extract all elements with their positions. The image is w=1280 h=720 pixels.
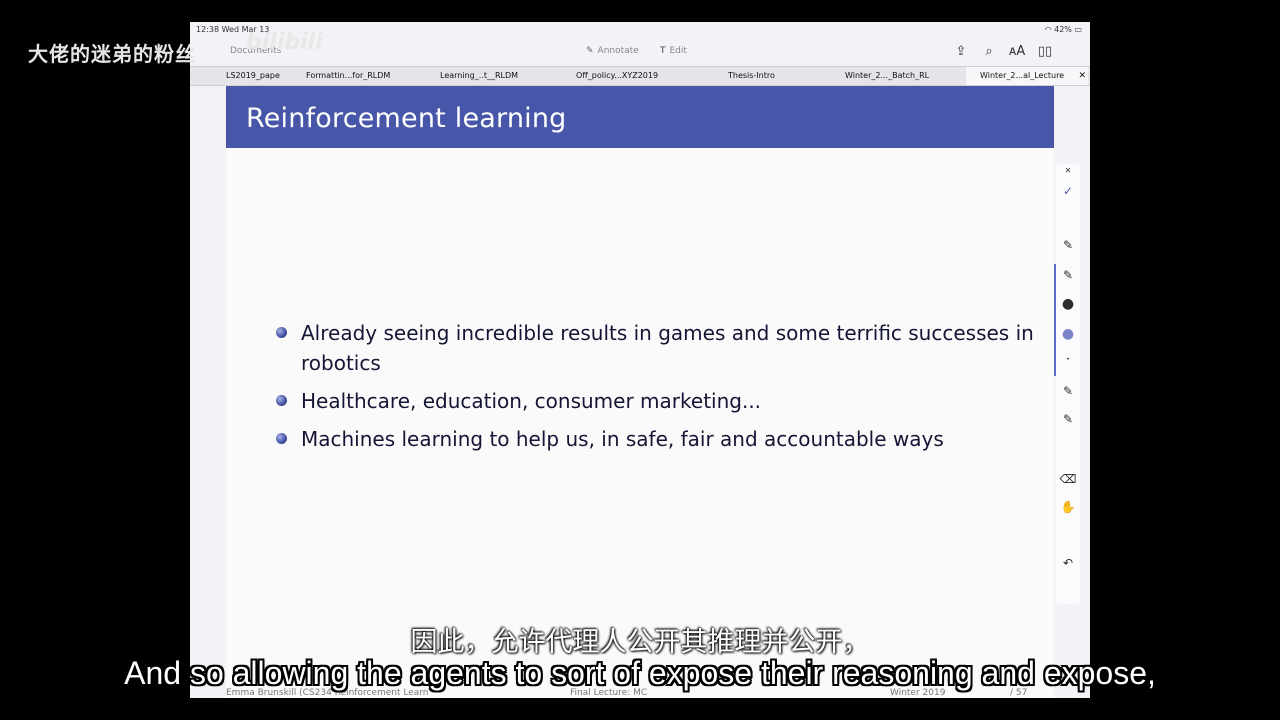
bilibili-logo: bilibili [246,30,323,55]
watermark-text: 大佬的迷弟的粉丝 [28,42,196,66]
annotate-label: Annotate [597,46,639,56]
top-toolbar: Documents ✎ Annotate T Edit ⇪ ⌕ ᴀA ▯▯ [190,38,1090,68]
tab-label: Winter_2..._Batch_RL [845,71,930,80]
tab-label: Learning_..t__RLDM [440,71,519,80]
subtitle-english: And so allowing the agents to sort of ex… [124,655,1156,691]
bullet-item: Machines learning to help us, in safe, f… [276,424,1036,454]
slide: Reinforcement learning Already seeing in… [226,86,1054,698]
bullet-item: Already seeing incredible results in gam… [276,318,1036,378]
edit-button[interactable]: T Edit [660,46,687,56]
bullet-text: Healthcare, education, consumer marketin… [301,389,762,413]
black-color-dot-icon[interactable]: ● [1056,296,1080,312]
tab-label: Winter_2...al_Lecture [980,71,1065,80]
tab-label: Thesis-Intro [728,71,775,80]
pen-icon[interactable]: ✎ [1056,412,1080,426]
status-right: ◠ 42% ▭ [1045,25,1082,34]
tab-formatting[interactable]: Formattin...for_RLDM [306,67,406,85]
undo-icon[interactable]: ↶ [1056,556,1080,570]
pencil-icon: ✎ [586,46,594,56]
edit-label: Edit [669,46,687,56]
bullet-text: Machines learning to help us, in safe, f… [301,427,944,451]
pen-icon[interactable]: ✎ [1056,384,1080,398]
status-bar: 12:38 Wed Mar 13 ◠ 42% ▭ [190,22,1090,38]
book-icon[interactable]: ▯▯ [1036,43,1054,61]
annotate-button[interactable]: ✎ Annotate [586,46,639,56]
export-icon[interactable]: ⇪ [952,43,970,61]
eraser-icon[interactable]: ⌫ [1056,472,1080,486]
battery-percent: 42% [1054,25,1072,34]
text-icon: T [660,46,666,56]
hand-icon[interactable]: ✋ [1056,500,1080,514]
close-icon[interactable]: ✕ [1078,67,1086,85]
bullet-dot-icon [276,433,287,444]
annotation-toolbar: ✕ ✓ ✎ ✎ ● ● • ✎ ✎ ⌫ ✋ ↶ [1054,164,1080,604]
tab-ls2019[interactable]: LS2019_pape [226,67,316,85]
checkmark-icon[interactable]: ✓ [1056,184,1080,198]
highlighter-icon[interactable]: ✎ [1056,268,1080,282]
tab-batch-rl[interactable]: Winter_2..._Batch_RL [845,67,945,85]
bullet-item: Healthcare, education, consumer marketin… [276,386,1036,416]
document-tabs: LS2019_pape Formattin...for_RLDM Learnin… [190,66,1090,86]
slide-title: Reinforcement learning [246,103,567,134]
wifi-icon: ◠ [1044,25,1052,34]
slide-header: Reinforcement learning [226,86,1054,148]
pen-icon[interactable]: ✎ [1056,238,1080,252]
font-size-icon[interactable]: ᴀA [1008,43,1026,61]
bullet-text: Already seeing incredible results in gam… [301,321,1034,375]
bullet-list: Already seeing incredible results in gam… [276,318,1036,462]
battery-icon: ▭ [1074,25,1082,34]
tab-final-lecture[interactable]: Winter_2...al_Lecture ✕ [966,67,1088,85]
tab-label: LS2019_pape [226,71,280,80]
tab-learning[interactable]: Learning_..t__RLDM [440,67,540,85]
tab-thesis-intro[interactable]: Thesis-Intro [728,67,808,85]
subtitle-chinese: 因此，允许代理人公开其推理并公开， [410,627,870,658]
tab-label: Formattin...for_RLDM [306,71,391,80]
bullet-dot-icon [276,327,287,338]
ipad-screen: 12:38 Wed Mar 13 ◠ 42% ▭ Documents ✎ Ann… [190,22,1090,698]
tab-off-policy[interactable]: Off_policy...XYZ2019 [576,67,676,85]
bullet-dot-icon [276,395,287,406]
small-dot-icon[interactable]: • [1056,356,1080,363]
close-icon[interactable]: ✕ [1056,166,1080,175]
search-icon[interactable]: ⌕ [980,43,998,61]
blue-color-dot-icon[interactable]: ● [1056,326,1080,342]
tab-label: Off_policy...XYZ2019 [576,71,659,80]
